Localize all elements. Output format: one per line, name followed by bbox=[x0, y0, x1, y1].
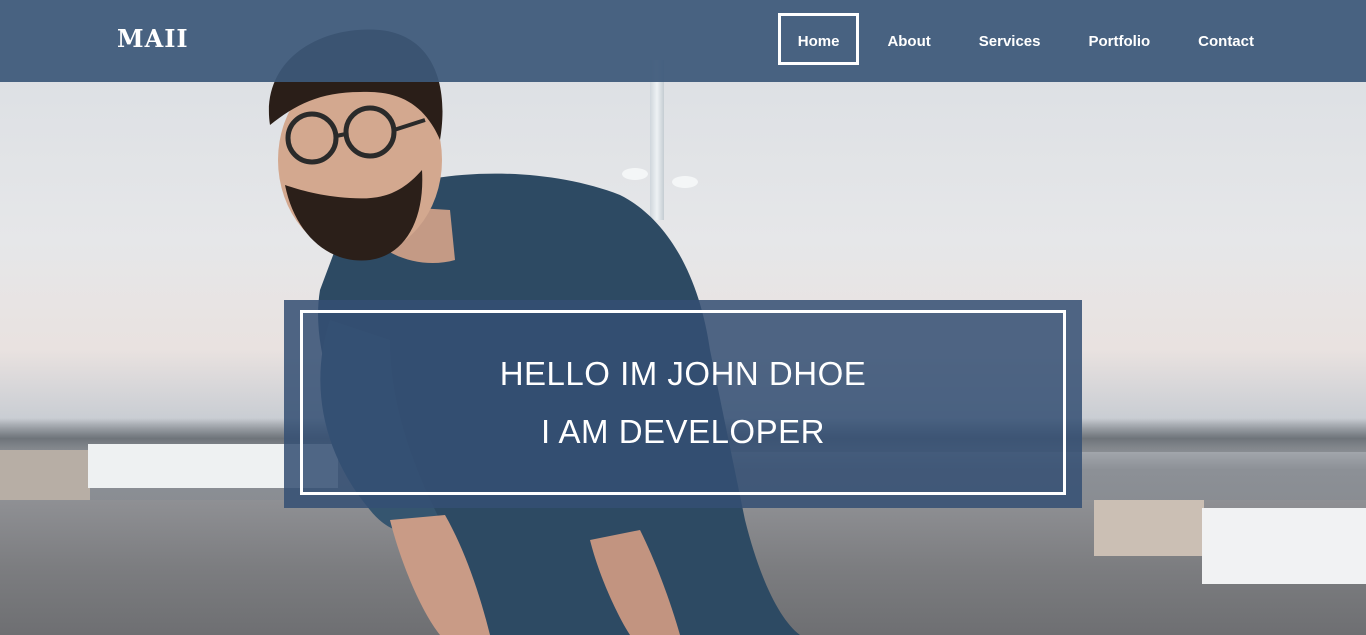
top-navbar: MAII Home About Services Portfolio Conta… bbox=[0, 0, 1366, 82]
background-building bbox=[1202, 508, 1366, 584]
hero-role: I AM DEVELOPER bbox=[541, 412, 825, 450]
site-logo[interactable]: MAII bbox=[117, 24, 189, 53]
nav-portfolio[interactable]: Portfolio bbox=[1069, 13, 1171, 65]
nav-about[interactable]: About bbox=[867, 13, 950, 65]
background-building bbox=[0, 450, 90, 500]
nav-contact[interactable]: Contact bbox=[1178, 13, 1274, 65]
background-building bbox=[1094, 500, 1204, 556]
main-nav: Home About Services Portfolio Contact bbox=[770, 13, 1274, 65]
hero-banner-frame: HELLO IM JOHN DHOE I AM DEVELOPER bbox=[300, 310, 1066, 495]
hero-banner: HELLO IM JOHN DHOE I AM DEVELOPER bbox=[284, 300, 1082, 508]
nav-services[interactable]: Services bbox=[959, 13, 1061, 65]
hero-greeting: HELLO IM JOHN DHOE bbox=[499, 354, 867, 392]
nav-home[interactable]: Home bbox=[777, 13, 860, 65]
